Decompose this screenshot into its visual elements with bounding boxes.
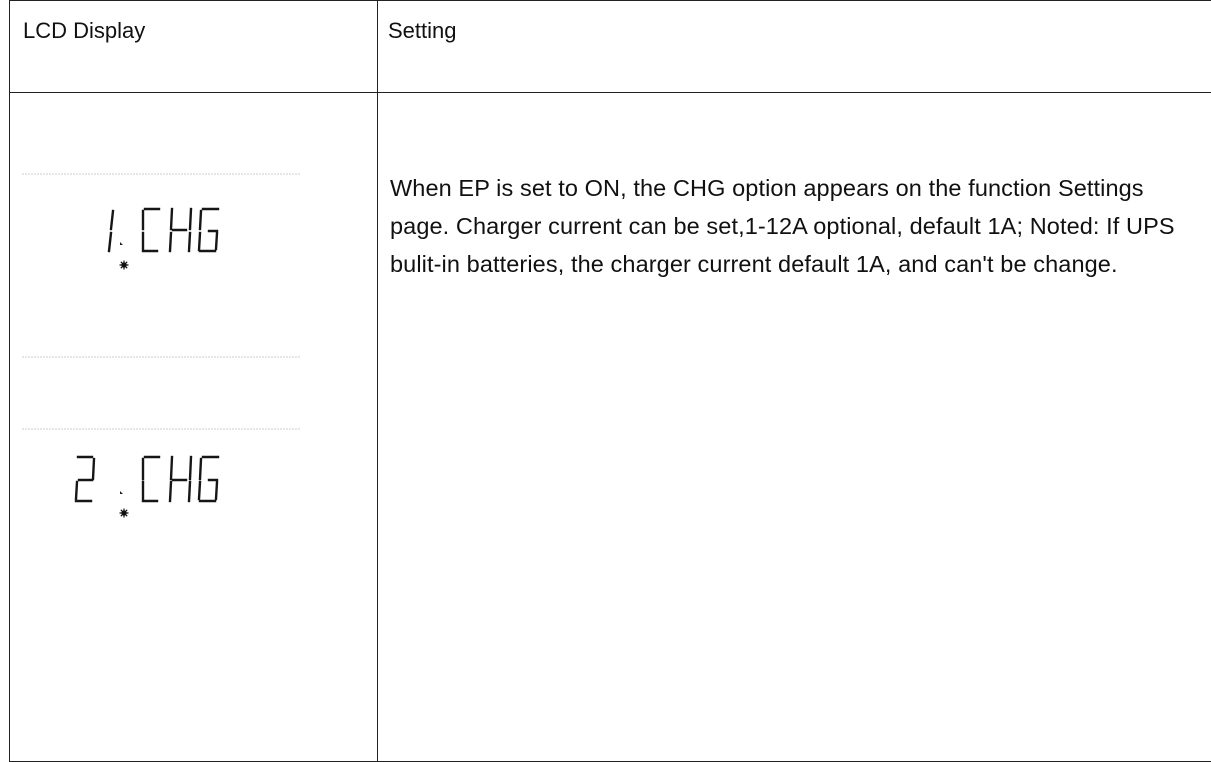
lcd-letter-g (199, 209, 218, 251)
lcd-dot-mark (120, 491, 123, 494)
lcd-display-illustrations: 1 (10, 93, 362, 685)
lcd-digit-2: 2 (76, 457, 94, 501)
lcd-letter-h (170, 209, 191, 251)
lcd-letter-h (170, 457, 191, 501)
lcd-letter-g (199, 457, 218, 501)
header-setting: Setting (378, 1, 1211, 93)
gear-icon (120, 509, 129, 518)
lcd-screen-1: 1 (22, 174, 300, 357)
lcd-letter-c (143, 457, 159, 501)
lcd-dot-mark (120, 242, 123, 245)
lcd-letter-c (143, 209, 159, 251)
settings-table: LCD Display Setting 1 (9, 0, 1211, 762)
lcd-screen-2: 2 (22, 429, 300, 518)
setting-description: When EP is set to ON, the CHG option app… (378, 93, 1211, 762)
lcd-display-cell: 1 (10, 93, 378, 762)
table-row: 1 (10, 93, 1211, 762)
table-header-row: LCD Display Setting (10, 1, 1211, 93)
header-lcd-display: LCD Display (10, 1, 378, 93)
lcd-digit-1: 1 (109, 211, 113, 251)
gear-icon (120, 261, 129, 270)
